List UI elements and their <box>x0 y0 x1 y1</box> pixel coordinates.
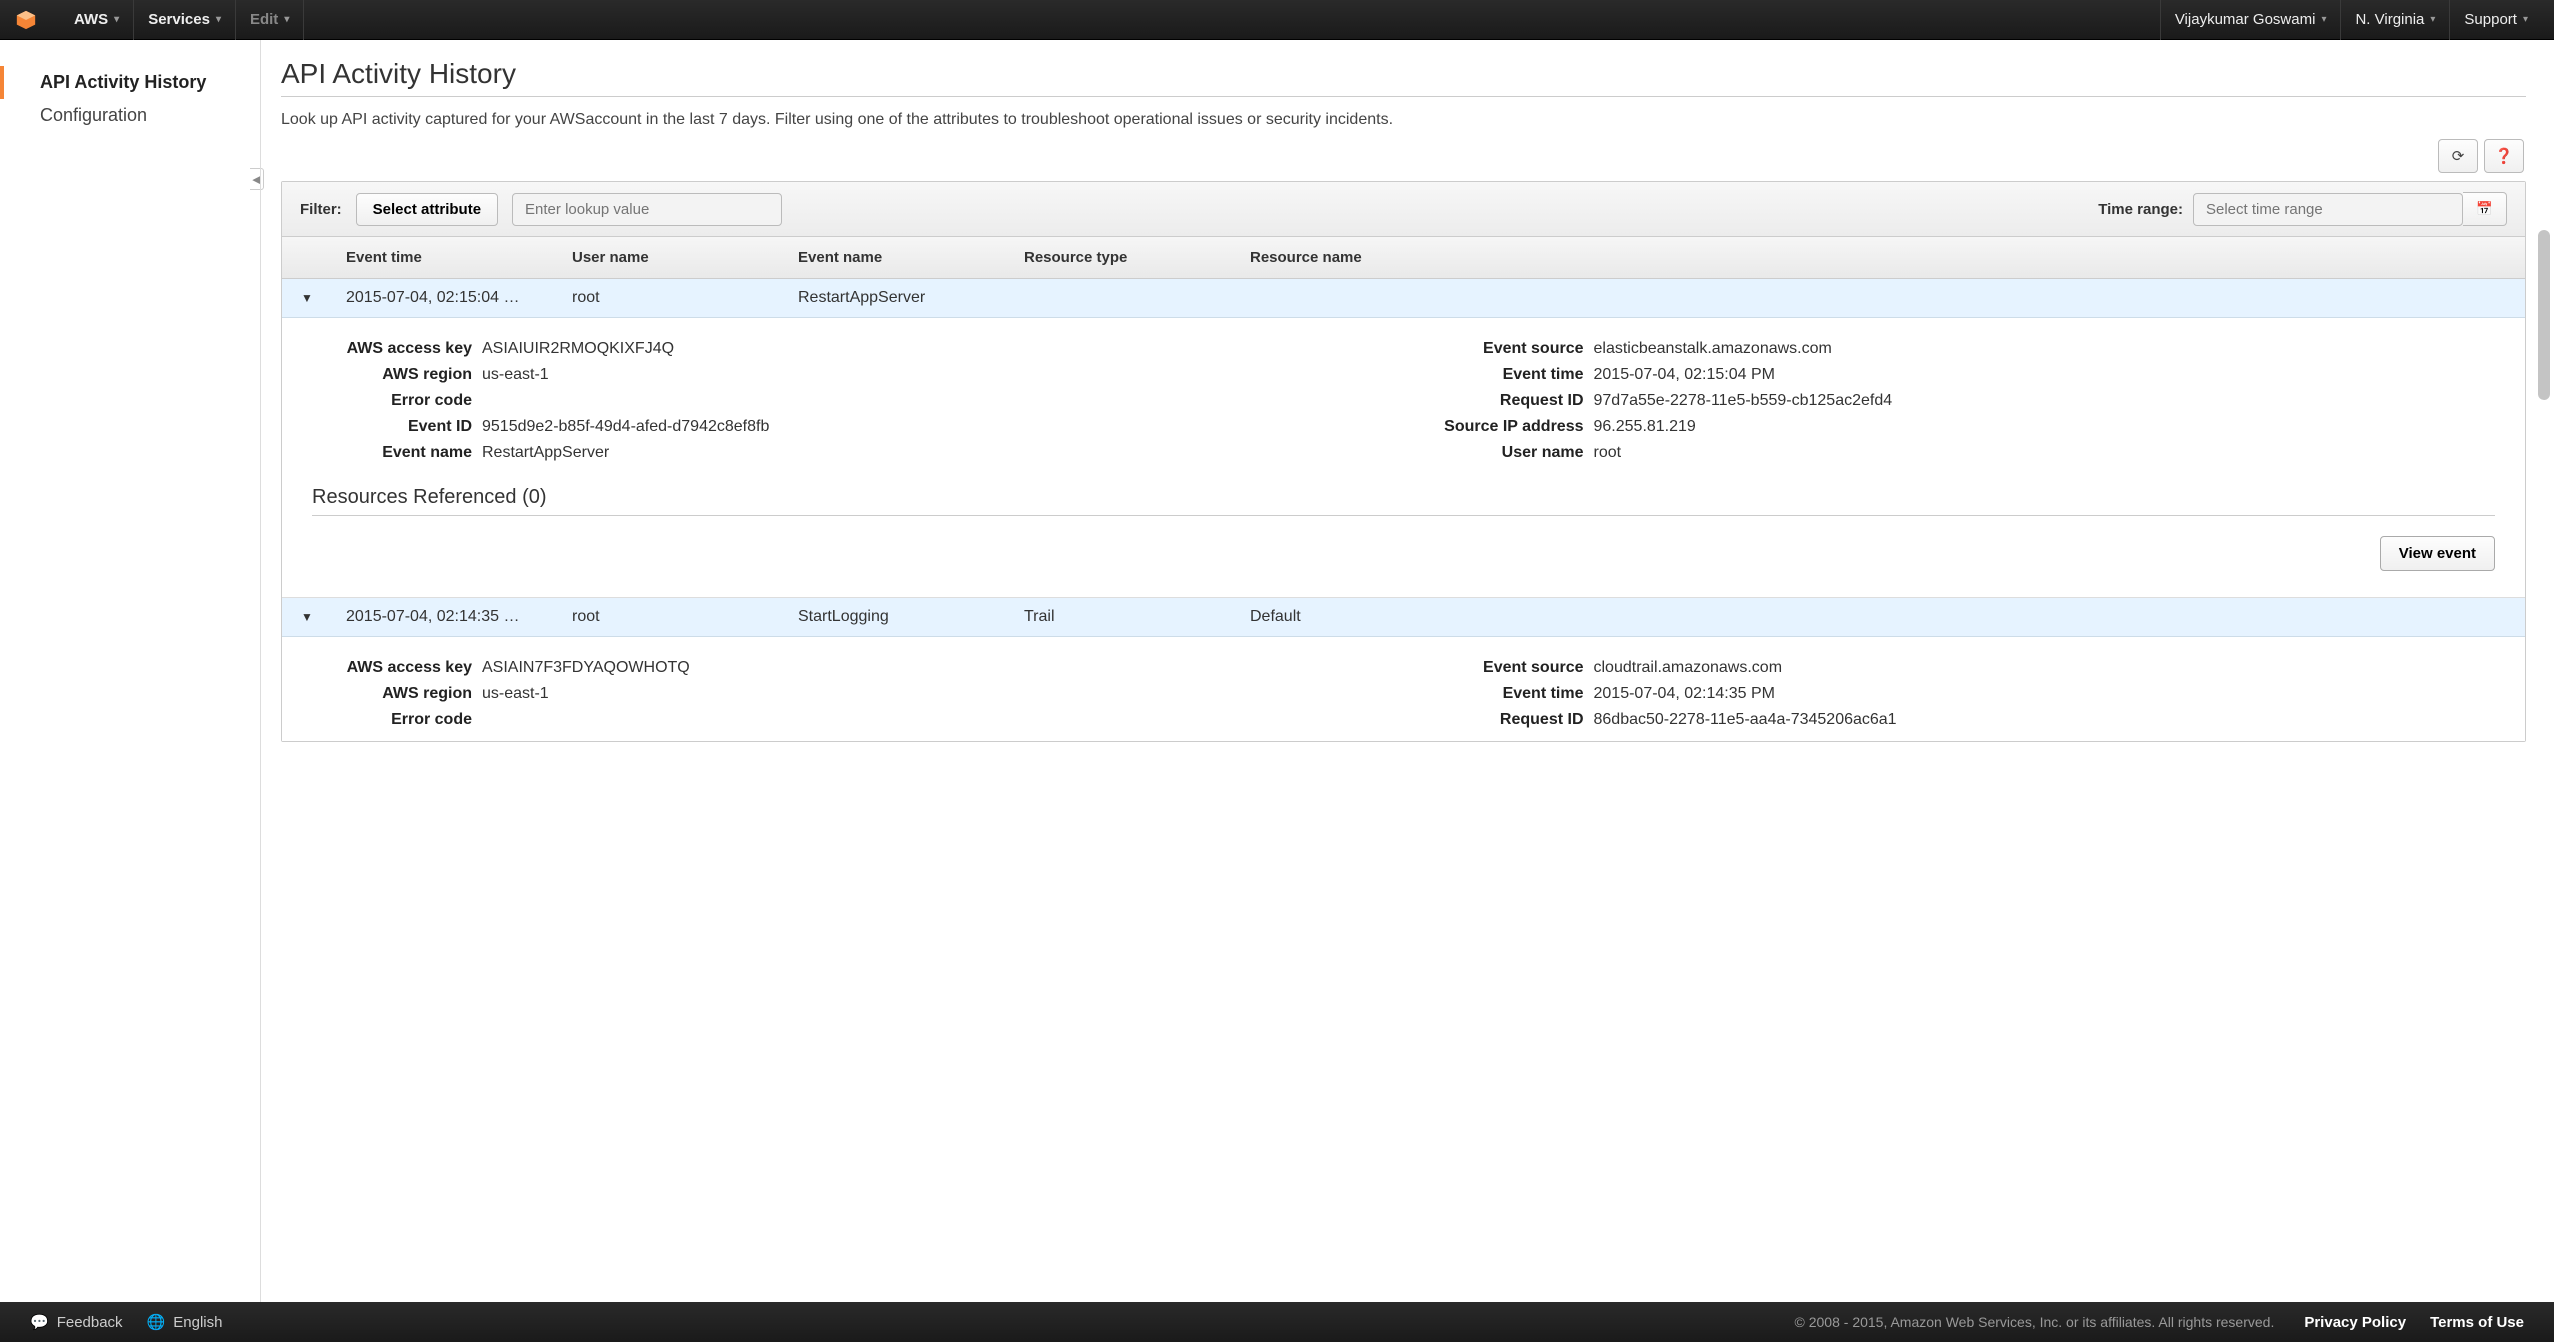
detail-key: Event source <box>1424 659 1594 677</box>
detail-key: User name <box>1424 444 1594 462</box>
cell-user-name: root <box>558 598 784 636</box>
caret-down-icon: ▾ <box>2523 14 2528 25</box>
footer-copyright: © 2008 - 2015, Amazon Web Services, Inc.… <box>1777 1314 2293 1330</box>
filter-label: Filter: <box>300 201 342 218</box>
detail-key: Event ID <box>312 418 482 436</box>
detail-value: 96.255.81.219 <box>1594 418 1696 436</box>
footer: 💬Feedback 🌐English © 2008 - 2015, Amazon… <box>0 1302 2554 1342</box>
event-detail: AWS access keyASIAIUIR2RMOQKIXFJ4Q AWS r… <box>282 318 2525 598</box>
cell-event-time: 2015-07-04, 02:14:35 … <box>332 598 558 636</box>
detail-key: Request ID <box>1424 392 1594 410</box>
footer-language[interactable]: 🌐English <box>135 1313 235 1331</box>
caret-down-icon: ▾ <box>2430 14 2435 25</box>
detail-key: Event time <box>1424 366 1594 384</box>
events-panel: Filter: Select attribute Time range: 📅 E… <box>281 181 2526 742</box>
detail-value: 97d7a55e-2278-11e5-b559-cb125ac2efd4 <box>1594 392 1893 410</box>
main-content: API Activity History Look up API activit… <box>260 40 2554 1302</box>
view-event-button[interactable]: View event <box>2380 536 2495 571</box>
sidebar: API Activity History Configuration <box>0 40 260 1302</box>
nav-user[interactable]: Vijaykumar Goswami▾ <box>2160 0 2341 40</box>
detail-value: 86dbac50-2278-11e5-aa4a-7345206ac6a1 <box>1594 711 1897 729</box>
detail-value: us-east-1 <box>482 366 549 384</box>
detail-key: Event source <box>1424 340 1594 358</box>
page-title: API Activity History <box>281 58 2526 97</box>
detail-key: Request ID <box>1424 711 1594 729</box>
detail-value: cloudtrail.amazonaws.com <box>1594 659 1783 677</box>
scrollbar[interactable] <box>2538 230 2550 1302</box>
cell-event-name: StartLogging <box>784 598 1010 636</box>
sidebar-item-configuration[interactable]: Configuration <box>0 99 260 132</box>
col-event-time[interactable]: Event time <box>332 237 558 278</box>
cell-resource-name: Default <box>1236 598 2525 636</box>
filter-bar: Filter: Select attribute Time range: 📅 <box>282 182 2525 237</box>
cell-resource-type <box>1010 288 1236 308</box>
footer-privacy-link[interactable]: Privacy Policy <box>2292 1314 2418 1331</box>
time-range-label: Time range: <box>2098 201 2183 218</box>
detail-key: Error code <box>312 392 482 410</box>
caret-down-icon: ▾ <box>2321 14 2326 25</box>
resources-referenced-header: Resources Referenced (0) <box>312 486 2495 516</box>
top-nav: AWS▾ Services▾ Edit▾ Vijaykumar Goswami▾… <box>0 0 2554 40</box>
caret-down-icon: ▾ <box>114 14 119 25</box>
nav-aws[interactable]: AWS▾ <box>60 0 134 40</box>
detail-value: us-east-1 <box>482 685 549 703</box>
expand-toggle[interactable]: ▼ <box>282 281 332 315</box>
col-event-name[interactable]: Event name <box>784 237 1010 278</box>
detail-value: 2015-07-04, 02:14:35 PM <box>1594 685 1775 703</box>
help-button[interactable]: ❓ <box>2484 139 2524 173</box>
expand-toggle[interactable]: ▼ <box>282 600 332 634</box>
nav-services[interactable]: Services▾ <box>134 0 236 40</box>
filter-attribute-select[interactable]: Select attribute <box>356 193 498 226</box>
aws-logo-icon[interactable] <box>12 6 40 34</box>
time-range-calendar-button[interactable]: 📅 <box>2463 192 2507 226</box>
help-icon: ❓ <box>2495 147 2514 165</box>
detail-value: 2015-07-04, 02:15:04 PM <box>1594 366 1775 384</box>
nav-edit[interactable]: Edit▾ <box>236 0 304 40</box>
refresh-icon: ⟳ <box>2452 147 2465 165</box>
nav-region[interactable]: N. Virginia▾ <box>2340 0 2449 40</box>
caret-down-icon: ▾ <box>216 14 221 25</box>
col-user-name[interactable]: User name <box>558 237 784 278</box>
page-description: Look up API activity captured for your A… <box>281 111 2526 129</box>
cell-resource-name <box>1236 288 2525 308</box>
nav-support[interactable]: Support▾ <box>2449 0 2542 40</box>
detail-key: AWS access key <box>312 340 482 358</box>
cell-event-time: 2015-07-04, 02:15:04 … <box>332 279 558 317</box>
detail-value: ASIAIN7F3FDYAQOWHOTQ <box>482 659 690 677</box>
detail-key: Event time <box>1424 685 1594 703</box>
col-resource-type[interactable]: Resource type <box>1010 237 1236 278</box>
event-row[interactable]: ▼ 2015-07-04, 02:15:04 … root RestartApp… <box>282 279 2525 318</box>
refresh-button[interactable]: ⟳ <box>2438 139 2478 173</box>
detail-value: 9515d9e2-b85f-49d4-afed-d7942c8ef8fb <box>482 418 769 436</box>
detail-value: RestartAppServer <box>482 444 609 462</box>
chat-icon: 💬 <box>30 1313 49 1331</box>
filter-lookup-input[interactable] <box>512 193 782 226</box>
sidebar-item-api-activity-history[interactable]: API Activity History <box>0 66 260 99</box>
detail-key: AWS access key <box>312 659 482 677</box>
table-header: Event time User name Event name Resource… <box>282 237 2525 279</box>
detail-key: Event name <box>312 444 482 462</box>
time-range-input[interactable] <box>2193 193 2463 226</box>
event-row[interactable]: ▼ 2015-07-04, 02:14:35 … root StartLoggi… <box>282 598 2525 637</box>
cell-resource-type: Trail <box>1010 598 1236 636</box>
detail-value: root <box>1594 444 1622 462</box>
calendar-icon: 📅 <box>2476 201 2493 217</box>
detail-value: elasticbeanstalk.amazonaws.com <box>1594 340 1832 358</box>
event-detail: AWS access keyASIAIN7F3FDYAQOWHOTQ AWS r… <box>282 637 2525 741</box>
detail-value: ASIAIUIR2RMOQKIXFJ4Q <box>482 340 674 358</box>
footer-terms-link[interactable]: Terms of Use <box>2418 1314 2536 1331</box>
detail-key: Source IP address <box>1424 418 1594 436</box>
detail-key: Error code <box>312 711 482 729</box>
caret-down-icon: ▾ <box>284 14 289 25</box>
cell-user-name: root <box>558 279 784 317</box>
detail-key: AWS region <box>312 685 482 703</box>
scrollbar-thumb[interactable] <box>2538 230 2550 400</box>
footer-feedback[interactable]: 💬Feedback <box>18 1313 135 1331</box>
col-resource-name[interactable]: Resource name <box>1236 237 2525 278</box>
cell-event-name: RestartAppServer <box>784 279 1010 317</box>
detail-key: AWS region <box>312 366 482 384</box>
globe-icon: 🌐 <box>147 1313 166 1331</box>
